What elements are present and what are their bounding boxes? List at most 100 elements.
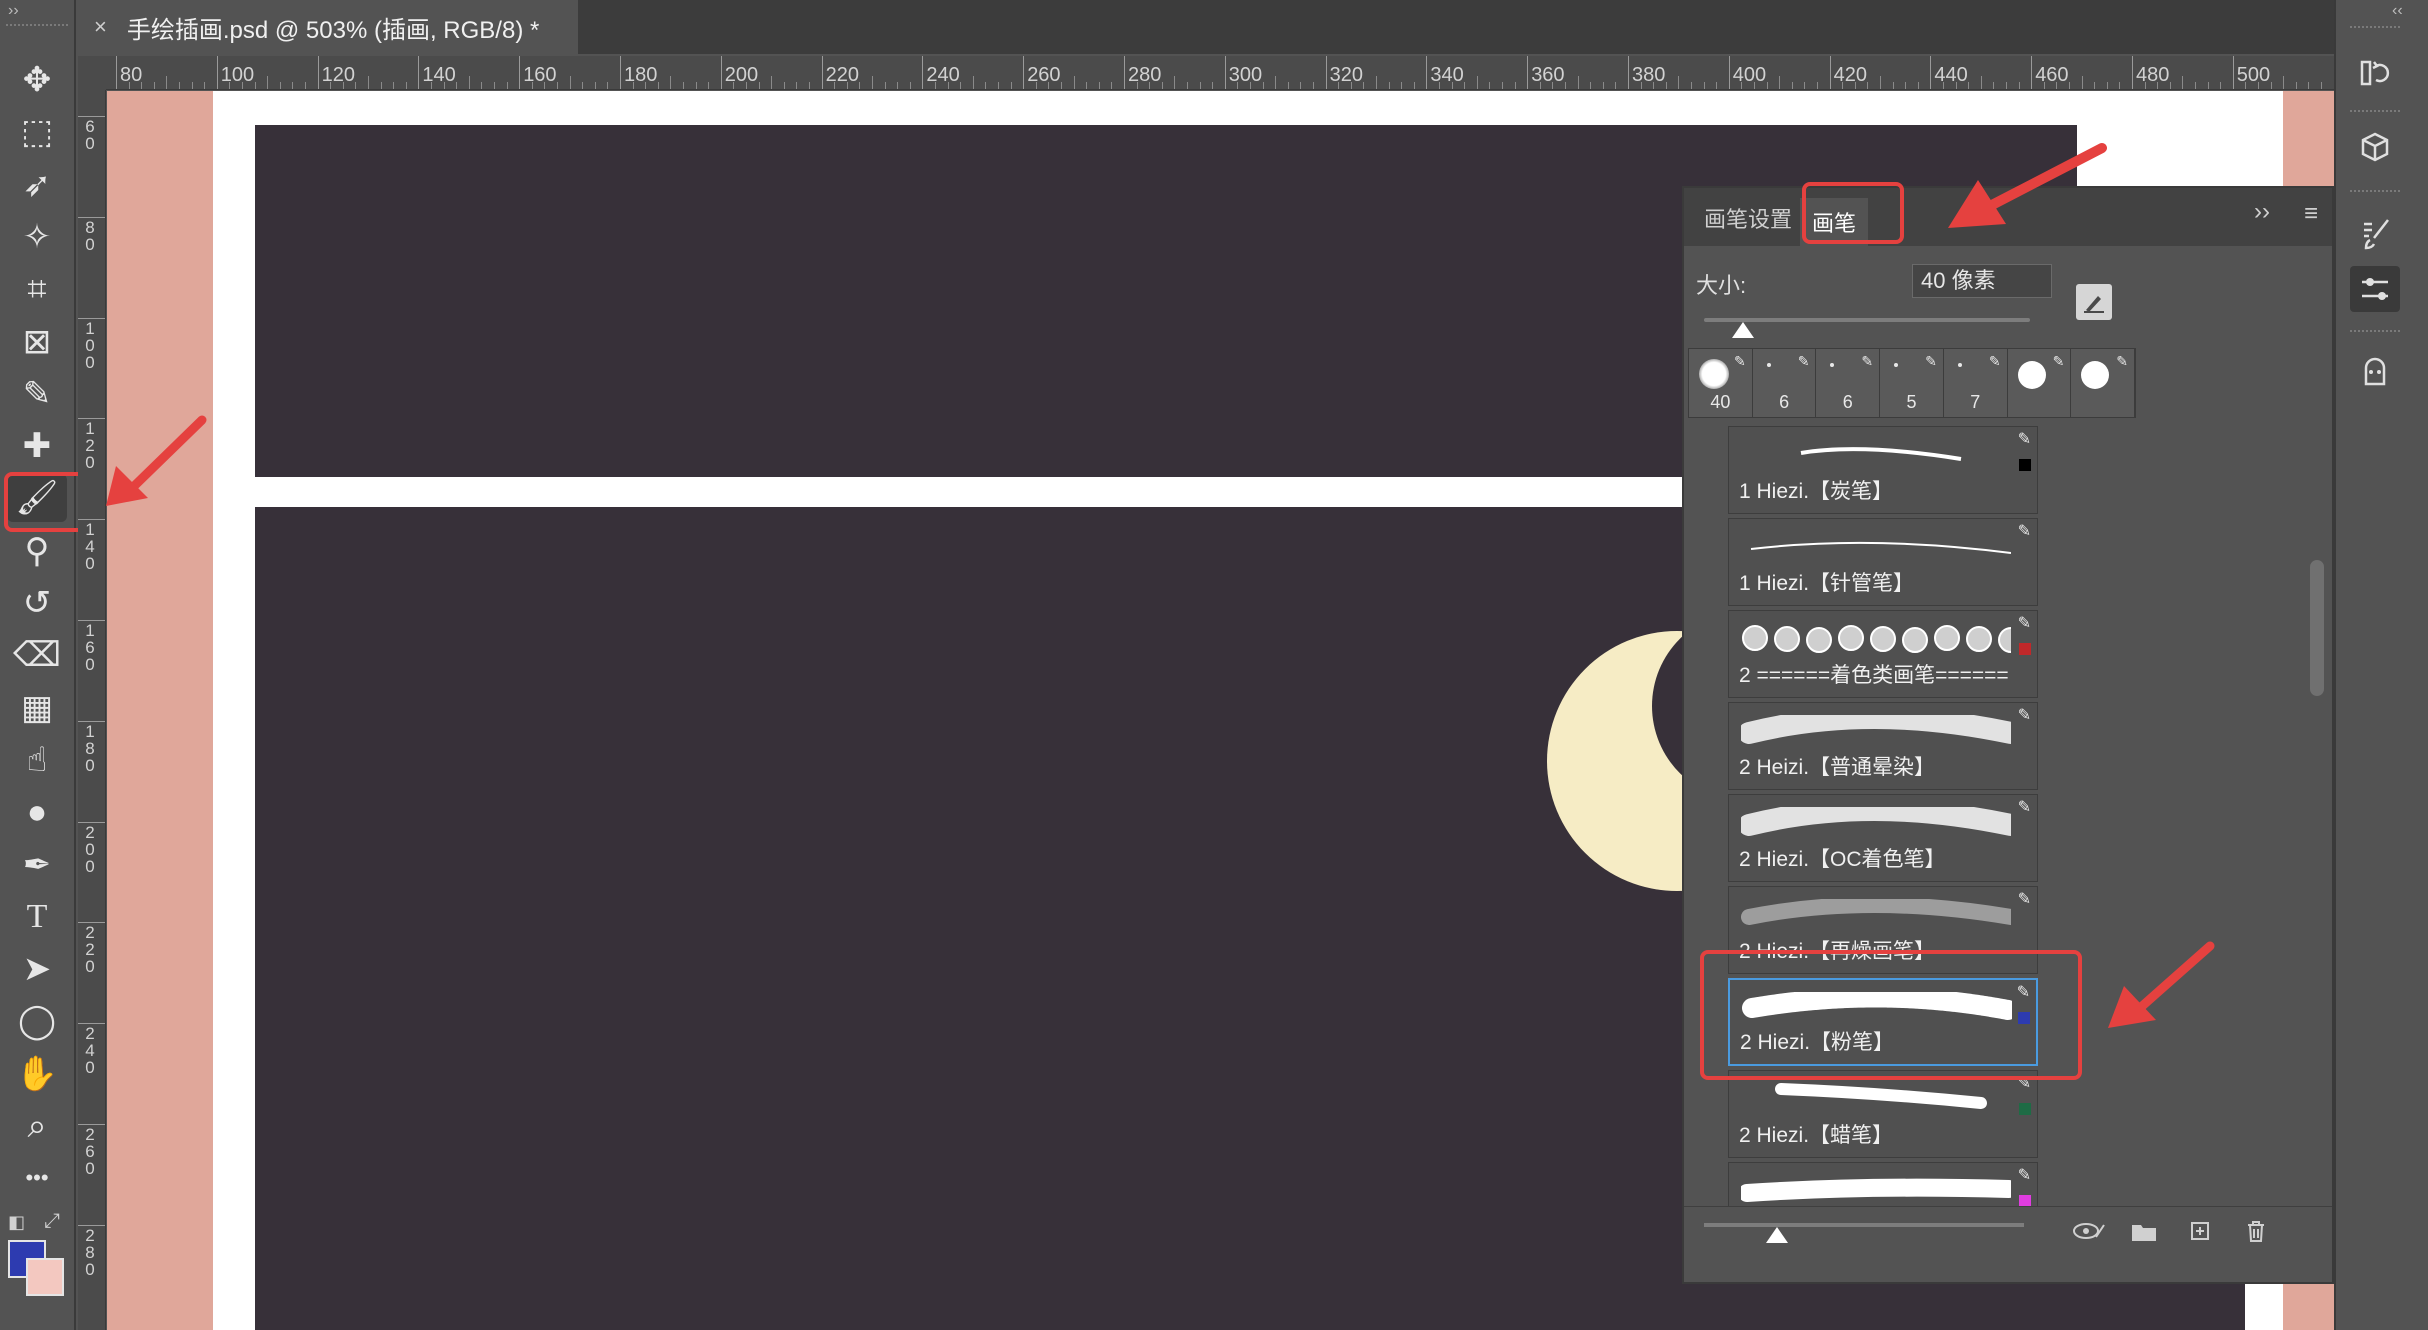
brush-pen-icon: ✎	[2017, 707, 2031, 724]
pen-tool-icon[interactable]: ✒	[7, 841, 67, 889]
zoom-tool-icon[interactable]: ⌕	[7, 1102, 67, 1150]
ruler-minor-tick	[166, 76, 168, 89]
ruler-major-tick	[821, 56, 823, 89]
path-selection-tool-icon[interactable]: ➤	[7, 945, 67, 993]
brush-preset-size: 6	[1842, 392, 1853, 412]
recent-brush-presets: ✎ 40 ✎ 6 ✎ 6 ✎ 5 ✎ 7 ✎ ✎	[1688, 348, 2136, 418]
brush-list-item[interactable]: ✎ 2 Hiezi.【OC着色笔】	[1728, 794, 2038, 882]
reset-brush-size-icon[interactable]	[2076, 284, 2112, 320]
lasso-tool-icon[interactable]: ➶	[7, 161, 67, 209]
ruler-minor-tick	[1098, 82, 1100, 89]
ruler-minor-tick	[783, 82, 785, 89]
brush-list-item[interactable]: ✎ 2 ======着色类画笔======	[1728, 610, 2038, 698]
default-colors-icon[interactable]: ◧	[8, 1212, 25, 1233]
document-tab[interactable]: × 手绘插画.psd @ 503% (插画, RGB/8) *	[78, 0, 578, 54]
ruler-minor-tick	[2069, 82, 2070, 89]
ruler-minor-tick	[1439, 82, 1440, 89]
brush-preset-thumbnail[interactable]: ✎ 7	[1943, 349, 2008, 417]
frame-tool-icon[interactable]: ⊠	[7, 318, 67, 366]
brush-preset-thumbnail[interactable]: ✎	[2071, 349, 2136, 417]
magic-wand-tool-icon[interactable]: ✧	[7, 213, 67, 261]
ruler-minor-tick	[1842, 82, 1844, 89]
brush-list-scrollbar[interactable]	[2310, 560, 2324, 696]
brush-preset-thumbnail[interactable]: ✎	[2007, 349, 2072, 417]
ruler-minor-tick	[1791, 82, 1793, 89]
dot-brush-tip	[1957, 363, 1962, 367]
preview-size-slider-thumb[interactable]	[1766, 1227, 1788, 1243]
right-panel-dock: ‹‹	[2334, 0, 2428, 1330]
ruler-tick-label: 60	[85, 117, 95, 153]
ruler-minor-tick	[1413, 82, 1415, 89]
brush-stroke-preview	[1741, 715, 2011, 744]
brush-name: 2 Hiezi.【OC着色笔】	[1739, 848, 1946, 871]
collapse-toolbar-icon[interactable]: ››	[8, 2, 19, 20]
toolbar-grip[interactable]	[6, 24, 68, 30]
ruler-minor-tick	[657, 82, 659, 89]
eyedropper-tool-icon[interactable]: ✎	[7, 370, 67, 418]
panel-expand-icon[interactable]: ››	[2254, 198, 2270, 226]
ruler-minor-tick	[468, 76, 470, 89]
swap-colors-icon[interactable]: ⤢	[44, 1210, 60, 1233]
ellipse-tool-icon[interactable]: ◯	[7, 997, 67, 1045]
collapse-dock-icon[interactable]: ‹‹	[2392, 2, 2403, 20]
dock-grip[interactable]	[2350, 26, 2400, 28]
brush-list-item[interactable]: ✎ 2 Heizi.【普通晕染】	[1728, 702, 2038, 790]
brush-size-slider-thumb[interactable]	[1732, 322, 1755, 338]
brush-color-tag	[2019, 459, 2031, 471]
ruler-minor-tick	[1754, 82, 1755, 89]
eraser-tool-icon[interactable]: ⌫	[7, 631, 67, 679]
ruler-minor-tick	[1161, 82, 1163, 89]
type-tool-icon[interactable]: T	[7, 893, 67, 941]
move-tool-icon[interactable]: ✥	[7, 56, 67, 104]
clone-source-panel-icon[interactable]	[2350, 350, 2400, 396]
ruler-minor-tick	[972, 76, 974, 89]
brushes-panel-footer	[1684, 1206, 2332, 1266]
stamp-tool-icon[interactable]: ⚲	[7, 527, 67, 575]
panel-menu-icon[interactable]: ≡	[2304, 200, 2318, 228]
ruler-tick-label: 380	[1632, 64, 1666, 86]
brush-pen-icon: ✎	[2116, 353, 2129, 369]
crop-tool-icon[interactable]: ⌗	[7, 265, 67, 313]
brush-list-item[interactable]: ✎ 2 Hiezi.【蜡笔】	[1728, 1070, 2038, 1158]
brush-preset-thumbnail[interactable]: ✎ 6	[1816, 349, 1881, 417]
close-tab-icon[interactable]: ×	[94, 14, 107, 40]
brush-size-input[interactable]: 40 像素	[1912, 264, 2052, 298]
annotation-arrow-chalk-brush	[2108, 941, 2215, 1028]
gradient-tool-icon[interactable]: ▦	[7, 684, 67, 732]
ruler-major-tick	[78, 216, 105, 218]
annotation-arrow-brush-tool	[106, 415, 207, 506]
tab-brush-settings[interactable]: 画笔设置	[1692, 200, 1804, 236]
dodge-tool-icon[interactable]: ●	[7, 788, 67, 836]
new-group-folder-icon[interactable]	[2130, 1219, 2158, 1250]
ruler-major-tick	[78, 317, 105, 319]
ruler-minor-tick	[2182, 76, 2184, 89]
brush-preset-thumbnail[interactable]: ✎ 40	[1689, 349, 1753, 417]
smudge-tool-icon[interactable]: ☝	[7, 736, 67, 784]
brush-pen-icon: ✎	[2017, 431, 2031, 448]
ruler-corner	[78, 56, 106, 90]
marquee-tool-icon[interactable]: ⬚	[7, 108, 67, 156]
brush-list-item[interactable]: ✎ 1 Hiezi.【针管笔】	[1728, 518, 2038, 606]
healing-brush-tool-icon[interactable]: ✚	[7, 422, 67, 470]
toggle-brush-preview-icon[interactable]	[2072, 1219, 2106, 1250]
background-color-swatch[interactable]	[26, 1258, 64, 1296]
more-tools-icon[interactable]: •••	[7, 1154, 67, 1202]
ruler-tick-label: 160	[85, 621, 95, 674]
brush-preset-thumbnail[interactable]: ✎ 5	[1880, 349, 1944, 417]
brush-panel-icon[interactable]	[2350, 210, 2400, 256]
ruler-minor-tick	[1111, 82, 1113, 89]
new-brush-icon[interactable]	[2188, 1219, 2212, 1250]
3d-panel-icon[interactable]	[2350, 124, 2400, 170]
brush-list-item[interactable]: ✎ 1 Hiezi.【炭笔】	[1728, 426, 2038, 514]
history-brush-tool-icon[interactable]: ↺	[7, 579, 67, 627]
brush-preset-thumbnail[interactable]: ✎ 6	[1752, 349, 1817, 417]
history-panel-icon[interactable]	[2350, 50, 2400, 96]
ruler-minor-tick	[380, 82, 382, 89]
ruler-minor-tick	[1980, 76, 1982, 89]
brush-settings-panel-icon[interactable]	[2350, 266, 2400, 312]
brush-list-item[interactable]: ✎	[1728, 1162, 2038, 1206]
delete-brush-icon[interactable]	[2244, 1219, 2268, 1250]
ruler-tick-label: 80	[120, 64, 143, 86]
preview-size-slider[interactable]	[1704, 1223, 2024, 1227]
hand-tool-icon[interactable]: ✋	[7, 1050, 67, 1098]
